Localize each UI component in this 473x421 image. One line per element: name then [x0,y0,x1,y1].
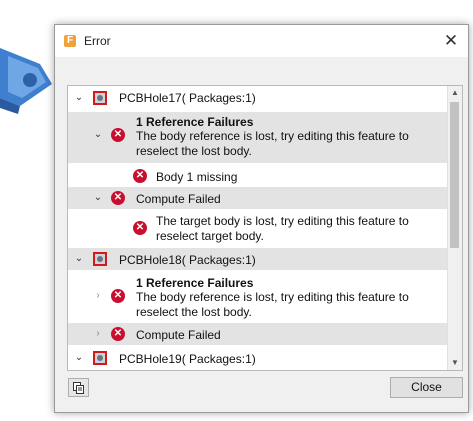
tree-item-target-body-lost[interactable]: ✕ The target body is lost, try editing t… [68,212,448,245]
chevron-down-icon[interactable]: ⌄ [74,353,84,363]
tree-item-label: Compute Failed [136,328,221,342]
background-3d-model [0,48,52,114]
scroll-up-icon[interactable]: ▲ [448,86,462,100]
tree-item-label: PCBHole17( Packages:1) [119,91,256,105]
tree-item-compute-failed[interactable]: › ✕ Compute Failed [68,323,448,345]
error-icon: ✕ [133,221,147,235]
pcb-hole-icon [93,252,107,266]
error-dialog: F Error ✕ ⌄ PCBHole17( Packages:1) ⌄ ✕ 1… [54,24,469,413]
vertical-scrollbar[interactable]: ▲ ▼ [447,86,462,370]
error-icon: ✕ [133,169,147,183]
chevron-down-icon[interactable]: ⌄ [74,93,84,103]
tree-item-body-missing[interactable]: ✕ Body 1 missing [68,165,448,187]
chevron-down-icon[interactable]: ⌄ [93,130,103,140]
tree-item-label: Compute Failed [136,192,221,206]
error-icon: ✕ [111,327,125,341]
copy-icon [73,382,84,394]
error-icon: ✕ [111,128,125,142]
failure-message: The body reference is lost, try editing … [136,129,409,158]
error-icon: ✕ [111,289,125,303]
close-icon[interactable]: ✕ [434,25,468,57]
tree-item-pcbhole19[interactable]: ⌄ PCBHole19( Packages:1) [68,347,448,369]
tree-item-label: PCBHole18( Packages:1) [119,253,256,267]
close-button[interactable]: Close [390,377,463,398]
title-bar: F Error ✕ [55,25,468,57]
chevron-right-icon[interactable]: › [93,329,103,339]
copy-button[interactable] [68,378,89,397]
tree-item-label: PCBHole19( Packages:1) [119,352,256,366]
error-tree: ⌄ PCBHole17( Packages:1) ⌄ ✕ 1 Reference… [67,85,463,371]
error-icon: ✕ [111,191,125,205]
tree-item-pcbhole18[interactable]: ⌄ PCBHole18( Packages:1) [68,248,448,270]
tree-item-reference-failures[interactable]: › ✕ 1 Reference Failures The body refere… [68,273,448,320]
dialog-title: Error [84,34,111,48]
pcb-hole-icon [93,351,107,365]
chevron-right-icon[interactable]: › [93,291,103,301]
chevron-down-icon[interactable]: ⌄ [74,254,84,264]
failure-message: The body reference is lost, try editing … [136,290,409,319]
failure-header: 1 Reference Failures [136,276,254,290]
fusion-app-icon: F [64,35,76,47]
failure-message: The target body is lost, try editing thi… [156,214,409,243]
tree-item-compute-failed[interactable]: ⌄ ✕ Compute Failed [68,187,448,209]
tree-item-reference-failures[interactable]: ⌄ ✕ 1 Reference Failures The body refere… [68,112,448,163]
tree-item-label: Body 1 missing [156,170,238,184]
tree-item-pcbhole17[interactable]: ⌄ PCBHole17( Packages:1) [68,86,448,109]
scroll-thumb[interactable] [450,102,459,248]
pcb-hole-icon [93,91,107,105]
chevron-down-icon[interactable]: ⌄ [93,193,103,203]
scroll-down-icon[interactable]: ▼ [448,356,462,370]
failure-header: 1 Reference Failures [136,115,254,129]
